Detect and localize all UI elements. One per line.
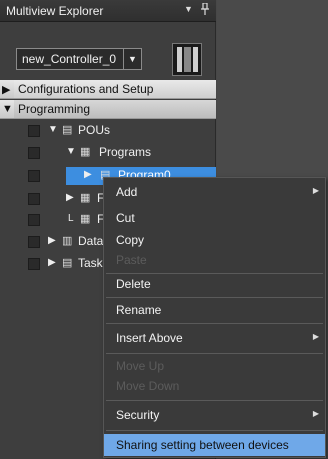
menu-item-label: Copy <box>116 233 145 247</box>
menu-item-label: Cut <box>116 211 135 225</box>
submenu-arrow-icon: ▶ <box>312 332 319 341</box>
menu-item-label: Sharing setting between devices <box>116 438 289 452</box>
controller-dropdown-value: new_Controller_0 <box>22 52 117 66</box>
menu-item-delete[interactable]: Delete <box>104 273 325 295</box>
menu-item-label: Add <box>116 185 138 199</box>
menu-item-paste: Paste <box>104 249 325 271</box>
menu-item-label: Paste <box>116 253 147 267</box>
tree-item-programs[interactable]: ▼ ▦ Programs <box>0 143 216 161</box>
controller-dropdown[interactable]: new_Controller_0 ▼ <box>16 48 142 70</box>
menu-item-copy[interactable]: Copy <box>104 229 325 251</box>
row-checkbox[interactable] <box>28 125 40 137</box>
expand-arrow-icon[interactable]: ▶ <box>2 83 10 96</box>
menu-item-rename[interactable]: Rename <box>104 299 325 321</box>
folder-icon: ▦ <box>80 213 91 225</box>
row-checkbox[interactable] <box>28 170 40 182</box>
menu-item-label: Delete <box>116 277 151 291</box>
menu-separator <box>106 430 323 431</box>
row-checkbox[interactable] <box>28 193 40 205</box>
chevron-down-icon[interactable]: ▼ <box>123 49 141 69</box>
menu-item-sharing-setting[interactable]: Sharing setting between devices <box>104 434 325 456</box>
section-label: Configurations and Setup <box>18 82 154 96</box>
expand-arrow-icon[interactable]: ▶ <box>48 257 56 268</box>
tree-item-label: Task <box>78 256 103 270</box>
panel-menu-icon[interactable]: ▼ <box>184 4 193 14</box>
menu-item-label: Insert Above <box>116 331 183 345</box>
panel-title: Multiview Explorer <box>6 4 104 18</box>
section-programming[interactable]: ▼ Programming <box>0 100 216 119</box>
collapse-arrow-icon[interactable]: ▼ <box>48 124 58 135</box>
menu-item-move-down: Move Down <box>104 375 325 397</box>
section-label: Programming <box>18 102 91 116</box>
tree-item-label: Data <box>78 234 104 248</box>
menu-item-label: Move Down <box>116 379 180 393</box>
controller-device-icon[interactable] <box>172 43 202 76</box>
context-menu: Add ▶ Cut Copy Paste Delete Rename Inser… <box>103 177 326 458</box>
data-table-icon: ▥ <box>62 235 73 247</box>
menu-separator <box>106 353 323 354</box>
tree-item-label: Programs <box>99 145 152 159</box>
row-checkbox[interactable] <box>28 258 40 270</box>
menu-item-label: Move Up <box>116 359 165 373</box>
submenu-arrow-icon: ▶ <box>312 409 319 418</box>
collapse-arrow-icon[interactable]: ▼ <box>2 103 13 115</box>
tree-branch-icon: L <box>68 213 74 224</box>
menu-item-security[interactable]: Security ▶ <box>104 404 325 426</box>
expand-arrow-icon[interactable]: ▶ <box>48 235 56 246</box>
section-configurations-and-setup[interactable]: ▶ Configurations and Setup <box>0 80 216 99</box>
tasks-icon: ▤ <box>62 257 73 269</box>
menu-item-label: Security <box>116 408 160 422</box>
panel-titlebar: Multiview Explorer ▼ <box>0 0 216 22</box>
tree-item-pous[interactable]: ▼ ▤ POUs <box>0 121 216 139</box>
tree-item-label: POUs <box>78 123 111 137</box>
pou-folder-icon: ▤ <box>62 124 73 136</box>
expand-arrow-icon[interactable]: ▶ <box>66 192 74 203</box>
menu-item-move-up: Move Up <box>104 355 325 377</box>
menu-separator <box>106 323 323 324</box>
row-checkbox[interactable] <box>28 147 40 159</box>
pin-icon[interactable] <box>200 2 210 18</box>
menu-item-insert-above[interactable]: Insert Above ▶ <box>104 327 325 349</box>
programs-folder-icon: ▦ <box>80 146 91 158</box>
menu-separator <box>106 297 323 298</box>
folder-icon: ▦ <box>80 192 91 204</box>
menu-item-add[interactable]: Add ▶ <box>104 181 325 203</box>
submenu-arrow-icon: ▶ <box>312 186 319 195</box>
menu-separator <box>106 400 323 401</box>
menu-item-cut[interactable]: Cut <box>104 207 325 229</box>
menu-item-label: Rename <box>116 303 162 317</box>
row-checkbox[interactable] <box>28 214 40 226</box>
expand-arrow-icon[interactable]: ▶ <box>84 169 92 180</box>
row-checkbox[interactable] <box>28 236 40 248</box>
collapse-arrow-icon[interactable]: ▼ <box>66 146 76 157</box>
